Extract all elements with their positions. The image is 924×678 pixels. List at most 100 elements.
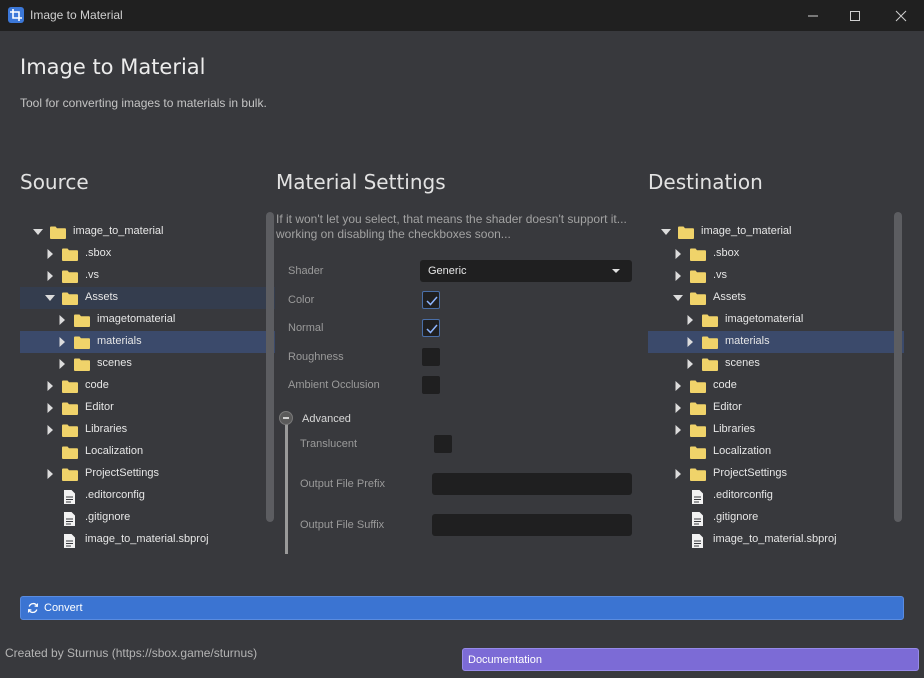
chevron-right-icon[interactable] [44,468,56,480]
shader-dropdown[interactable]: Generic [420,260,632,282]
chevron-right-icon[interactable] [684,336,696,348]
chevron-right-icon[interactable] [44,402,56,414]
tree-folder-item[interactable]: imagetomaterial [20,309,275,331]
normal-checkbox[interactable] [422,319,440,337]
documentation-button[interactable]: Documentation [462,648,919,671]
chevron-right-icon[interactable] [672,248,684,260]
tree-folder-item[interactable]: Assets [20,287,275,309]
tree-file-item[interactable]: image_to_material.sbproj [648,529,904,551]
close-icon [895,10,907,21]
source-scrollbar[interactable] [266,212,274,522]
chevron-right-icon[interactable] [44,270,56,282]
output-prefix-input[interactable] [432,473,632,495]
tree-item-label: Libraries [85,423,128,435]
tree-folder-item[interactable]: image_to_material [20,221,275,243]
ambient-occlusion-checkbox[interactable] [422,376,440,394]
tree-item-label: .vs [85,269,100,281]
source-scrollbar-thumb[interactable] [266,212,274,522]
chevron-down-icon[interactable] [660,226,672,238]
chevron-right-icon[interactable] [44,424,56,436]
tree-item-label: scenes [725,357,760,369]
destination-scrollbar[interactable] [894,212,902,522]
tree-file-item[interactable]: .gitignore [648,507,904,529]
page-title: Image to Material [20,55,206,79]
chevron-right-icon[interactable] [672,468,684,480]
tree-folder-item[interactable]: materials [648,331,904,353]
chevron-right-icon[interactable] [684,314,696,326]
output-suffix-input[interactable] [432,514,632,536]
tree-folder-item[interactable]: .sbox [20,243,275,265]
chevron-right-icon[interactable] [56,358,68,370]
tree-folder-item[interactable]: Libraries [20,419,275,441]
collapse-icon[interactable] [279,411,293,425]
tree-item-label: imagetomaterial [97,313,176,325]
destination-tree[interactable]: image_to_material .sbox .vs Assets imagetoma… [648,218,904,556]
roughness-checkbox[interactable] [422,348,440,366]
tree-folder-item[interactable]: ProjectSettings [648,463,904,485]
folder-icon [702,314,718,327]
convert-button[interactable]: Convert [20,596,904,620]
folder-icon [62,468,78,481]
chevron-down-icon[interactable] [44,292,56,304]
translucent-checkbox[interactable] [434,435,452,453]
destination-scrollbar-thumb[interactable] [894,212,902,522]
tree-folder-item[interactable]: .sbox [648,243,904,265]
tree-folder-item[interactable]: Localization [20,441,275,463]
chevron-right-icon[interactable] [684,358,696,370]
tree-folder-item[interactable]: .vs [20,265,275,287]
tree-folder-item[interactable]: scenes [648,353,904,375]
tree-item-label: Editor [85,401,114,413]
tree-folder-item[interactable]: ProjectSettings [20,463,275,485]
minimize-button[interactable] [791,0,835,31]
tree-folder-item[interactable]: image_to_material [648,221,904,243]
crop-icon [8,7,24,23]
tree-folder-item[interactable]: materials [20,331,275,353]
advanced-label[interactable]: Advanced [302,413,351,425]
folder-icon [62,446,78,459]
tree-file-item[interactable]: .editorconfig [20,485,275,507]
folder-icon [74,336,90,349]
tree-file-item[interactable]: .editorconfig [648,485,904,507]
chevron-down-icon[interactable] [672,292,684,304]
chevron-right-icon[interactable] [672,270,684,282]
translucent-label: Translucent [300,438,358,450]
output-suffix-label: Output File Suffix [300,519,385,531]
chevron-right-icon[interactable] [56,314,68,326]
tree-file-item[interactable]: .gitignore [20,507,275,529]
chevron-down-icon[interactable] [32,226,44,238]
title-bar: Image to Material [0,0,924,31]
tree-folder-item[interactable]: imagetomaterial [648,309,904,331]
chevron-right-icon[interactable] [56,336,68,348]
tree-folder-item[interactable]: Editor [20,397,275,419]
chevron-down-icon [612,269,620,273]
close-button[interactable] [879,0,923,31]
tree-item-label: .vs [713,269,728,281]
chevron-right-icon[interactable] [672,424,684,436]
chevron-right-icon[interactable] [672,402,684,414]
shader-label: Shader [288,265,324,277]
tree-folder-item[interactable]: Editor [648,397,904,419]
tree-file-item[interactable]: image_to_material.sbproj [20,529,275,551]
tree-folder-item[interactable]: Assets [648,287,904,309]
source-tree[interactable]: image_to_material .sbox .vs Assets imagetoma… [20,218,275,556]
maximize-button[interactable] [833,0,877,31]
shader-value: Generic [428,265,467,277]
tree-item-label: materials [725,335,770,347]
color-checkbox[interactable] [422,291,440,309]
tree-folder-item[interactable]: Localization [648,441,904,463]
folder-icon [690,270,706,283]
roughness-label: Roughness [288,351,344,363]
file-icon [692,512,703,526]
advanced-group-line [285,424,288,554]
tree-item-label: .sbox [713,247,740,259]
tree-folder-item[interactable]: scenes [20,353,275,375]
chevron-right-icon[interactable] [44,248,56,260]
tree-folder-item[interactable]: .vs [648,265,904,287]
tree-folder-item[interactable]: Libraries [648,419,904,441]
folder-icon [62,424,78,437]
chevron-right-icon[interactable] [672,380,684,392]
chevron-right-icon[interactable] [44,380,56,392]
tree-folder-item[interactable]: code [648,375,904,397]
tree-folder-item[interactable]: code [20,375,275,397]
folder-icon [690,402,706,415]
